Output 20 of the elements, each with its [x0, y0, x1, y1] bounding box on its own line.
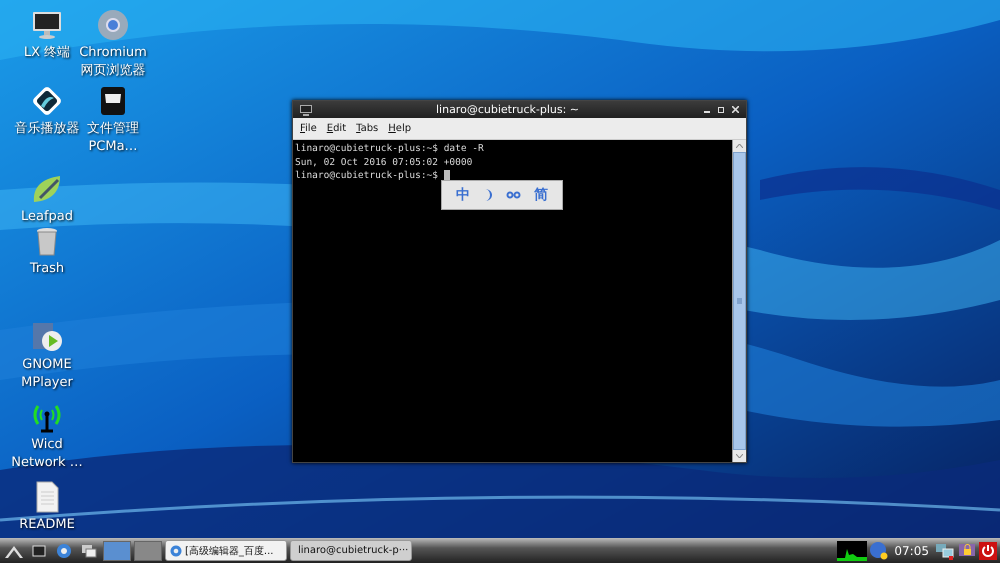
icon-label[interactable]: Chromium 网页浏览器	[79, 44, 147, 80]
menu-item[interactable]: Help	[384, 121, 416, 136]
icon-label[interactable]: README	[19, 516, 75, 534]
terminal-line: Sun, 02 Oct 2016 07:05:02 +0000	[295, 156, 474, 169]
task-button[interactable]: [高级编辑器_百度...	[165, 540, 287, 561]
terminal-line: linaro@cubietruck-plus:~$	[295, 169, 439, 182]
task-button[interactable]: linaro@cubietruck-p···	[290, 540, 412, 561]
menu-item[interactable]: Tabs	[352, 121, 382, 136]
icon-label[interactable]: GNOME MPlayer	[21, 356, 73, 392]
terminal-line: linaro@cubietruck-plus:~$ date -R	[295, 142, 485, 156]
menu-item[interactable]: Edit	[322, 121, 350, 136]
clock[interactable]: 07:05	[891, 544, 932, 558]
icon-label[interactable]: 音乐播放器	[14, 120, 80, 138]
icon-label[interactable]: Wicd Network …	[11, 436, 83, 472]
menu-item[interactable]: File	[296, 121, 321, 136]
icon-label[interactable]: Trash	[30, 260, 64, 278]
ime-mode-button[interactable]: 简	[532, 186, 550, 204]
ime-mode-button[interactable]: 中	[454, 186, 472, 204]
window-title: linaro@cubietruck-plus: ~	[434, 103, 580, 116]
icon-label[interactable]: 文件管理 PCMa…	[87, 120, 139, 156]
